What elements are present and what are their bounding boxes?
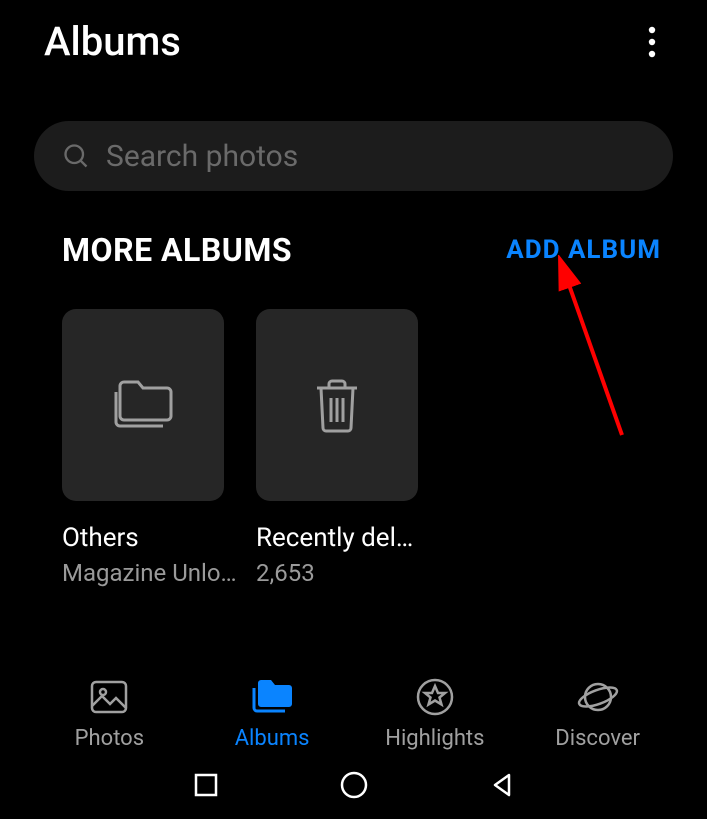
- album-title: Recently del…: [256, 523, 436, 553]
- add-album-button[interactable]: ADD ALBUM: [506, 235, 661, 265]
- more-menu-button[interactable]: [637, 27, 667, 57]
- folder-icon: [110, 378, 176, 432]
- tab-highlights[interactable]: Highlights: [365, 676, 505, 751]
- album-title: Others: [62, 523, 242, 553]
- album-item-others[interactable]: Others Magazine Unlo…: [62, 309, 242, 587]
- bottom-tab-bar: Photos Albums Highlights Discover: [0, 676, 707, 751]
- header: Albums: [0, 0, 707, 79]
- back-button[interactable]: [489, 772, 515, 798]
- album-grid: Others Magazine Unlo… Recently del… 2,65…: [0, 269, 707, 587]
- tab-albums[interactable]: Albums: [202, 676, 342, 751]
- tab-photos[interactable]: Photos: [39, 676, 179, 751]
- tab-label: Highlights: [385, 726, 484, 751]
- tab-label: Photos: [75, 726, 144, 751]
- album-subtitle: Magazine Unlo…: [62, 559, 242, 587]
- more-vertical-icon: [648, 26, 656, 58]
- planet-icon: [577, 676, 619, 718]
- recent-apps-button[interactable]: [193, 772, 219, 798]
- album-subtitle: 2,653: [256, 559, 436, 587]
- tab-label: Discover: [555, 726, 640, 751]
- album-thumb: [62, 309, 224, 501]
- tab-label: Albums: [235, 726, 310, 751]
- image-icon: [88, 676, 130, 718]
- album-item-recently-deleted[interactable]: Recently del… 2,653: [256, 309, 436, 587]
- tab-discover[interactable]: Discover: [528, 676, 668, 751]
- album-thumb: [256, 309, 418, 501]
- search-input[interactable]: Search photos: [34, 121, 673, 191]
- folders-icon: [249, 676, 295, 718]
- home-button[interactable]: [339, 770, 369, 800]
- section-title: MORE ALBUMS: [62, 231, 292, 269]
- system-navbar: [0, 757, 707, 813]
- section-header: MORE ALBUMS ADD ALBUM: [0, 191, 707, 269]
- star-icon: [414, 676, 456, 718]
- trash-icon: [311, 376, 363, 434]
- page-title: Albums: [44, 18, 181, 65]
- search-icon: [62, 142, 90, 170]
- search-placeholder: Search photos: [106, 139, 298, 174]
